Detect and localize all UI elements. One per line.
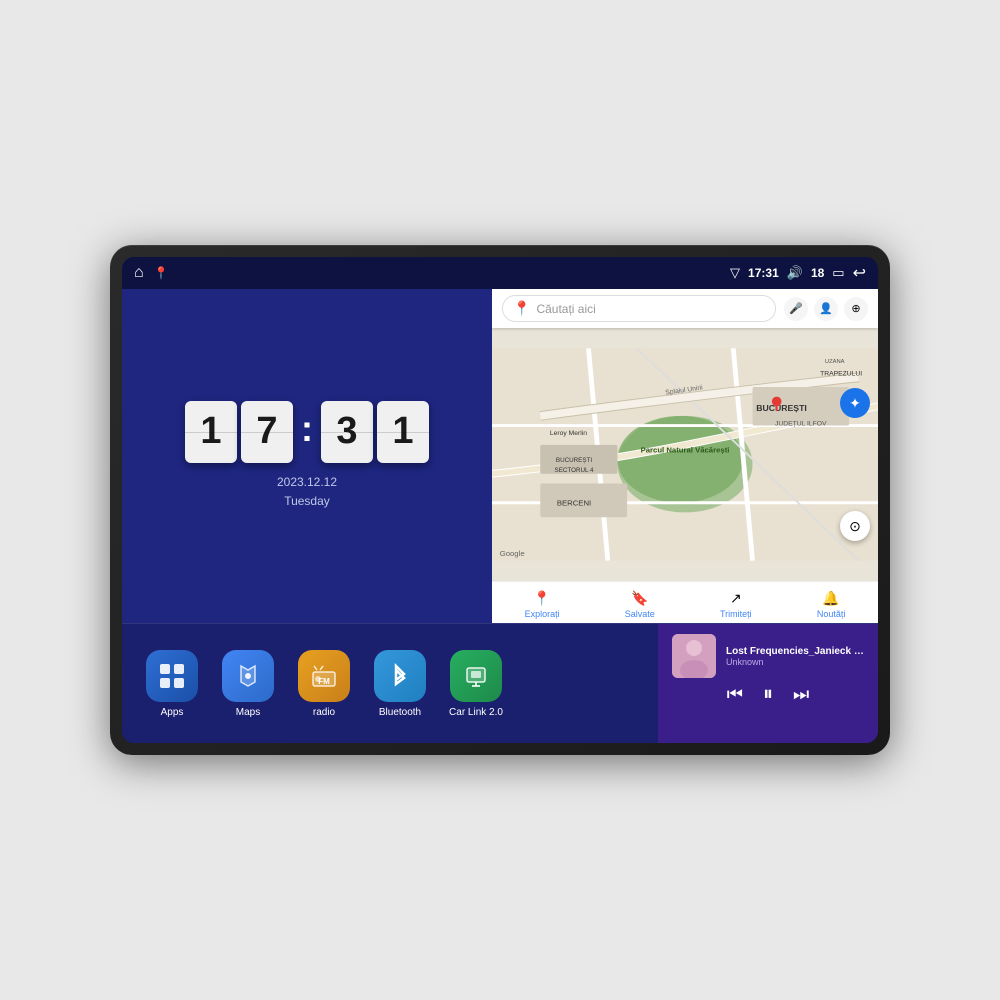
clock-separator: : [301, 408, 313, 450]
news-label: Noutăți [817, 609, 846, 619]
maps-label: Maps [236, 707, 260, 718]
music-controls: ⏮ ⏸ ⏭ [672, 684, 864, 704]
apps-row: Apps Maps [122, 624, 658, 743]
battery-level: 18 [811, 266, 824, 280]
svg-text:Leroy Merlin: Leroy Merlin [550, 430, 587, 437]
svg-text:SECTORUL 4: SECTORUL 4 [555, 467, 595, 474]
bottom-row: Apps Maps [122, 623, 878, 743]
day-text: Tuesday [277, 492, 337, 511]
svg-text:Parcul Natural Văcărești: Parcul Natural Văcărești [641, 446, 730, 455]
app-item-maps[interactable]: Maps [218, 650, 278, 718]
maps-icon [222, 650, 274, 702]
apps-icon [146, 650, 198, 702]
minutes-group: 3 1 [321, 401, 429, 463]
saved-icon: 🔖 [631, 590, 648, 607]
min-ones: 1 [377, 401, 429, 463]
map-header-icons: 🎤 👤 ⊕ [784, 297, 868, 321]
music-next-button[interactable]: ⏭ [793, 685, 809, 703]
map-body: Parcul Natural Văcărești BUCUREȘTI JUDEȚ… [492, 328, 878, 581]
map-footer-share[interactable]: ↗ Trimiteți [720, 590, 752, 619]
hour-tens: 1 [185, 401, 237, 463]
music-info: Lost Frequencies_Janieck Devy-... Unknow… [726, 646, 864, 667]
apps-label: Apps [161, 707, 184, 718]
music-top: Lost Frequencies_Janieck Devy-... Unknow… [672, 634, 864, 678]
battery-icon: ▭ [832, 265, 844, 281]
home-icon[interactable]: ⌂ [134, 264, 144, 282]
app-item-bluetooth[interactable]: Bluetooth [370, 650, 430, 718]
volume-icon: 🔊 [787, 265, 803, 281]
music-prev-button[interactable]: ⏮ [727, 685, 743, 703]
map-header: 📍 Căutați aici 🎤 👤 ⊕ [492, 289, 878, 328]
app-item-apps[interactable]: Apps [142, 650, 202, 718]
svg-text:BUCUREȘTI: BUCUREȘTI [756, 403, 807, 413]
news-icon: 🔔 [822, 590, 839, 607]
app-item-radio[interactable]: FM radio [294, 650, 354, 718]
bluetooth-icon [374, 650, 426, 702]
explore-icon: 📍 [533, 590, 550, 607]
date-info: 2023.12.12 Tuesday [277, 473, 337, 511]
map-compass-button[interactable]: ✦ [840, 388, 870, 418]
status-right: ▽ 17:31 🔊 18 ▭ ↩ [730, 263, 866, 283]
carlink-icon [450, 650, 502, 702]
map-widget[interactable]: 📍 Căutați aici 🎤 👤 ⊕ [492, 289, 878, 623]
car-display-unit: ⌂ 📍 ▽ 17:31 🔊 18 ▭ ↩ 1 [110, 245, 890, 755]
maps-nav-icon[interactable]: 📍 [154, 266, 169, 280]
hours-group: 1 7 [185, 401, 293, 463]
map-footer-news[interactable]: 🔔 Noutăți [817, 590, 846, 619]
map-location-button[interactable]: ⊙ [840, 511, 870, 541]
bluetooth-label: Bluetooth [379, 707, 421, 718]
map-footer-saved[interactable]: 🔖 Salvate [625, 590, 655, 619]
main-content: 1 7 : 3 1 2023.12.12 Tuesday [122, 289, 878, 743]
svg-text:TRAPEZULUI: TRAPEZULUI [820, 370, 862, 377]
share-label: Trimiteți [720, 609, 752, 619]
svg-text:Google: Google [500, 549, 525, 558]
carlink-label: Car Link 2.0 [449, 707, 503, 718]
radio-label: radio [313, 707, 335, 718]
min-tens: 3 [321, 401, 373, 463]
screen: ⌂ 📍 ▽ 17:31 🔊 18 ▭ ↩ 1 [122, 257, 878, 743]
top-row: 1 7 : 3 1 2023.12.12 Tuesday [122, 289, 878, 623]
mic-icon[interactable]: 🎤 [784, 297, 808, 321]
map-footer-explore[interactable]: 📍 Explorați [525, 590, 560, 619]
music-player: Lost Frequencies_Janieck Devy-... Unknow… [658, 624, 878, 743]
clock-widget: 1 7 : 3 1 2023.12.12 Tuesday [122, 289, 492, 623]
svg-text:BERCENI: BERCENI [557, 499, 591, 508]
explore-label: Explorați [525, 609, 560, 619]
map-footer: 📍 Explorați 🔖 Salvate ↗ Trimiteți 🔔 [492, 581, 878, 623]
back-icon[interactable]: ↩ [853, 263, 866, 283]
radio-icon: FM [298, 650, 350, 702]
music-artist: Unknown [726, 657, 864, 667]
svg-text:BUCUREȘTI: BUCUREȘTI [556, 457, 592, 464]
music-thumbnail [672, 634, 716, 678]
map-search-bar[interactable]: 📍 Căutați aici [502, 295, 776, 322]
date-text: 2023.12.12 [277, 473, 337, 492]
svg-text:JUDEȚUL ILFOV: JUDEȚUL ILFOV [775, 421, 827, 428]
hour-ones: 7 [241, 401, 293, 463]
map-pin-icon: 📍 [513, 300, 530, 317]
music-title: Lost Frequencies_Janieck Devy-... [726, 646, 864, 657]
share-icon: ↗ [730, 590, 742, 607]
user-icon[interactable]: 👤 [814, 297, 838, 321]
status-time: 17:31 [748, 266, 779, 280]
status-bar: ⌂ 📍 ▽ 17:31 🔊 18 ▭ ↩ [122, 257, 878, 289]
app-item-carlink[interactable]: Car Link 2.0 [446, 650, 506, 718]
status-left: ⌂ 📍 [134, 264, 169, 282]
flip-clock: 1 7 : 3 1 [185, 401, 429, 463]
map-search-text: Căutați aici [536, 302, 595, 316]
svg-text:UZANA: UZANA [825, 359, 845, 365]
layers-icon[interactable]: ⊕ [844, 297, 868, 321]
saved-label: Salvate [625, 609, 655, 619]
signal-icon: ▽ [730, 265, 740, 281]
music-play-button[interactable]: ⏸ [763, 684, 773, 704]
